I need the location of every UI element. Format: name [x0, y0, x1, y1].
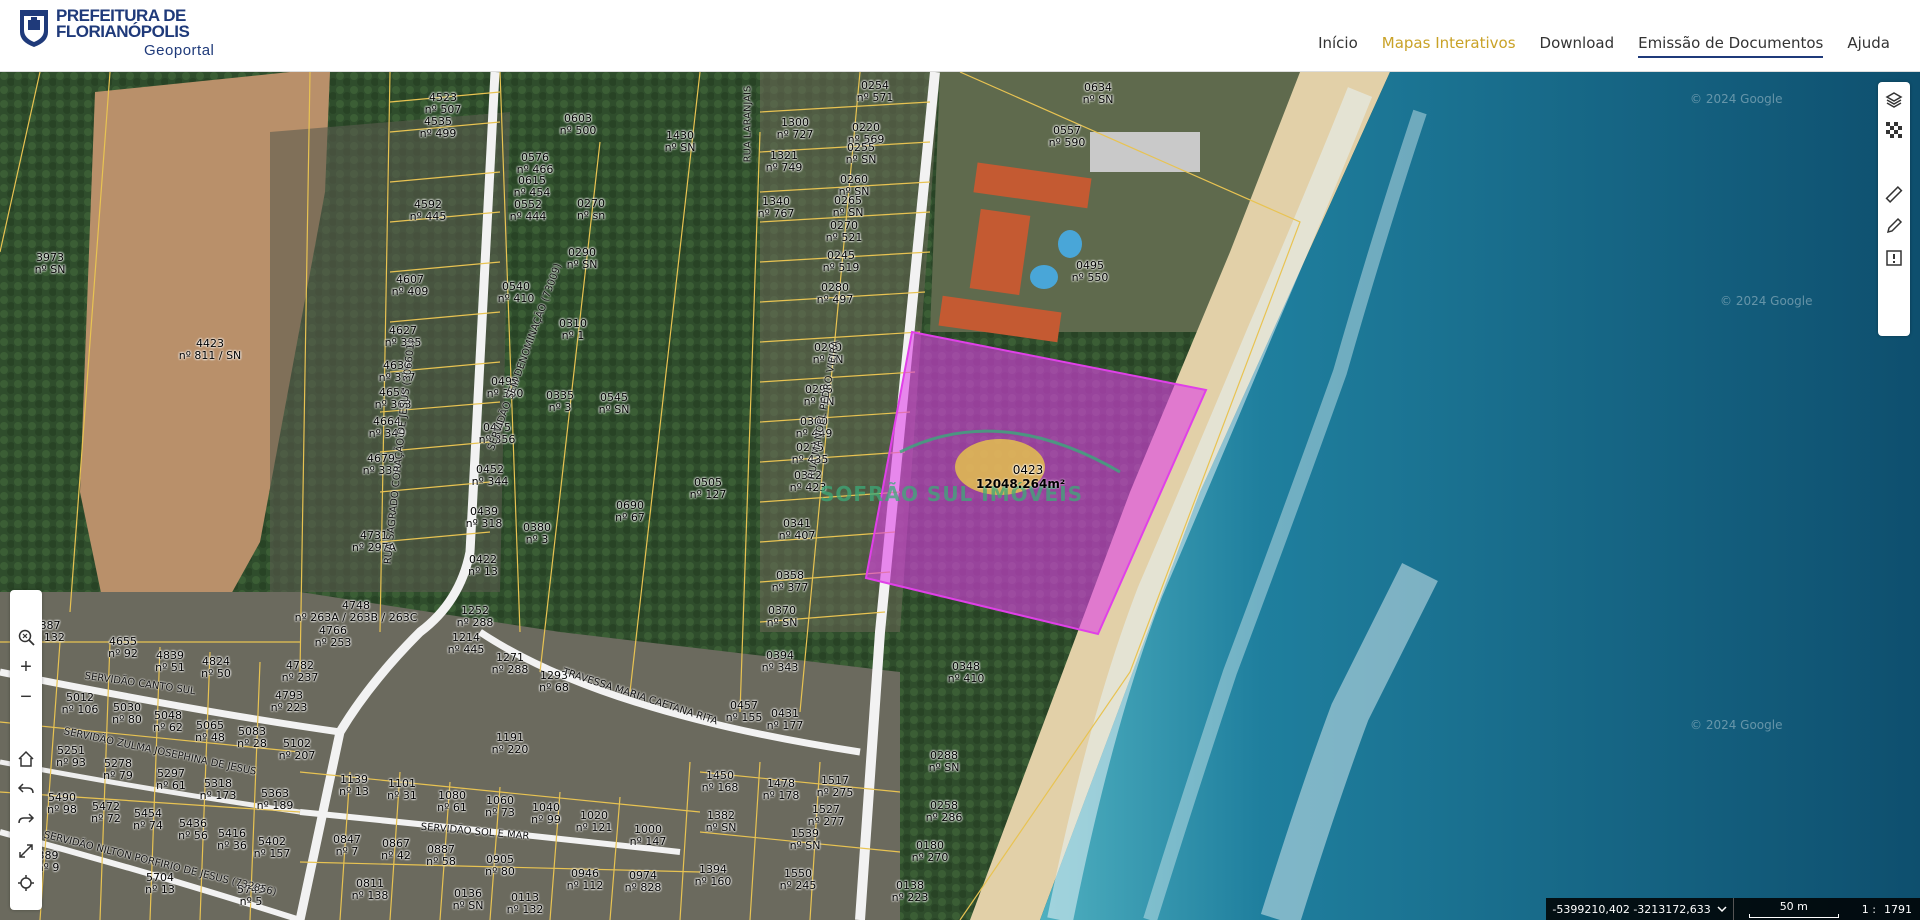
map-tools-panel [1878, 82, 1910, 336]
logo-subtitle: Geoportal [144, 42, 215, 59]
pencil-icon [1886, 217, 1903, 234]
nav-inicio[interactable]: Início [1318, 34, 1358, 58]
undo-arrow-icon [17, 783, 34, 794]
map-viewport[interactable]: © 2024 Google © 2024 Google © 2024 Googl… [0, 72, 1920, 920]
ruler-icon [1885, 186, 1903, 203]
checker-icon [1886, 122, 1902, 138]
scale-ratio-prefix: 1 : [1861, 902, 1876, 916]
home-button[interactable] [10, 744, 42, 774]
main-nav: Início Mapas Interativos Download Emissã… [1318, 34, 1890, 58]
locate-button[interactable] [10, 868, 42, 898]
zoom-in-button[interactable]: + [10, 652, 42, 682]
nav-download[interactable]: Download [1540, 34, 1615, 58]
locate-icon [18, 875, 34, 891]
google-watermark-1: © 2024 Google [1690, 92, 1783, 106]
info-icon [1886, 250, 1902, 266]
highlight-area-label: 12048.264m² [976, 477, 1066, 491]
plus-icon: + [20, 655, 32, 678]
scale-bar-line [1748, 914, 1839, 918]
redo-arrow-icon [18, 813, 35, 824]
prefeitura-logo[interactable]: PREFEITURA DE FLORIANÓPOLIS Geoportal [18, 7, 215, 59]
city-crest-icon [20, 10, 48, 47]
chevron-down-icon [1717, 906, 1727, 913]
scale-ratio[interactable]: 1 : 1791 [1854, 903, 1920, 916]
next-extent-button[interactable] [10, 804, 42, 834]
highlight-parcel-number: 0423 [1012, 463, 1044, 477]
layers-icon [1885, 92, 1903, 108]
nav-ajuda[interactable]: Ajuda [1847, 34, 1890, 58]
info-button[interactable] [1878, 244, 1910, 272]
draw-button[interactable] [1878, 212, 1910, 240]
nav-emissao-documentos[interactable]: Emissão de Documentos [1638, 34, 1824, 58]
full-extent-button[interactable] [10, 836, 42, 866]
header: PREFEITURA DE FLORIANÓPOLIS Geoportal In… [0, 0, 1920, 72]
coordinate-readout[interactable]: -5399210,402 -3213172,633 [1546, 898, 1734, 920]
google-watermark-2: © 2024 Google [1720, 294, 1813, 308]
previous-extent-button[interactable] [10, 774, 42, 804]
scale-bar: 50 m [1734, 900, 1854, 918]
zoom-out-button[interactable]: − [10, 682, 42, 712]
minus-icon: − [20, 685, 32, 708]
scale-label: 50 m [1779, 900, 1808, 913]
nav-mapas-interativos[interactable]: Mapas Interativos [1382, 34, 1516, 58]
measure-button[interactable] [1878, 180, 1910, 208]
zoom-box-icon [18, 629, 35, 646]
google-watermark-3: © 2024 Google [1690, 718, 1783, 732]
logo-title-line2: FLORIANÓPOLIS [56, 22, 190, 41]
expand-icon [19, 844, 33, 858]
zoom-box-button[interactable] [10, 622, 42, 652]
coordinates: -5399210,402 -3213172,633 [1552, 902, 1711, 916]
map-status-bar: -5399210,402 -3213172,633 50 m 1 : 1791 [1546, 898, 1920, 920]
scale-ratio-value: 1791 [1884, 902, 1912, 916]
layers-button[interactable] [1878, 86, 1910, 114]
home-icon [18, 750, 34, 767]
map-navigation-panel: + − [10, 590, 42, 910]
basemap-button[interactable] [1878, 116, 1910, 144]
